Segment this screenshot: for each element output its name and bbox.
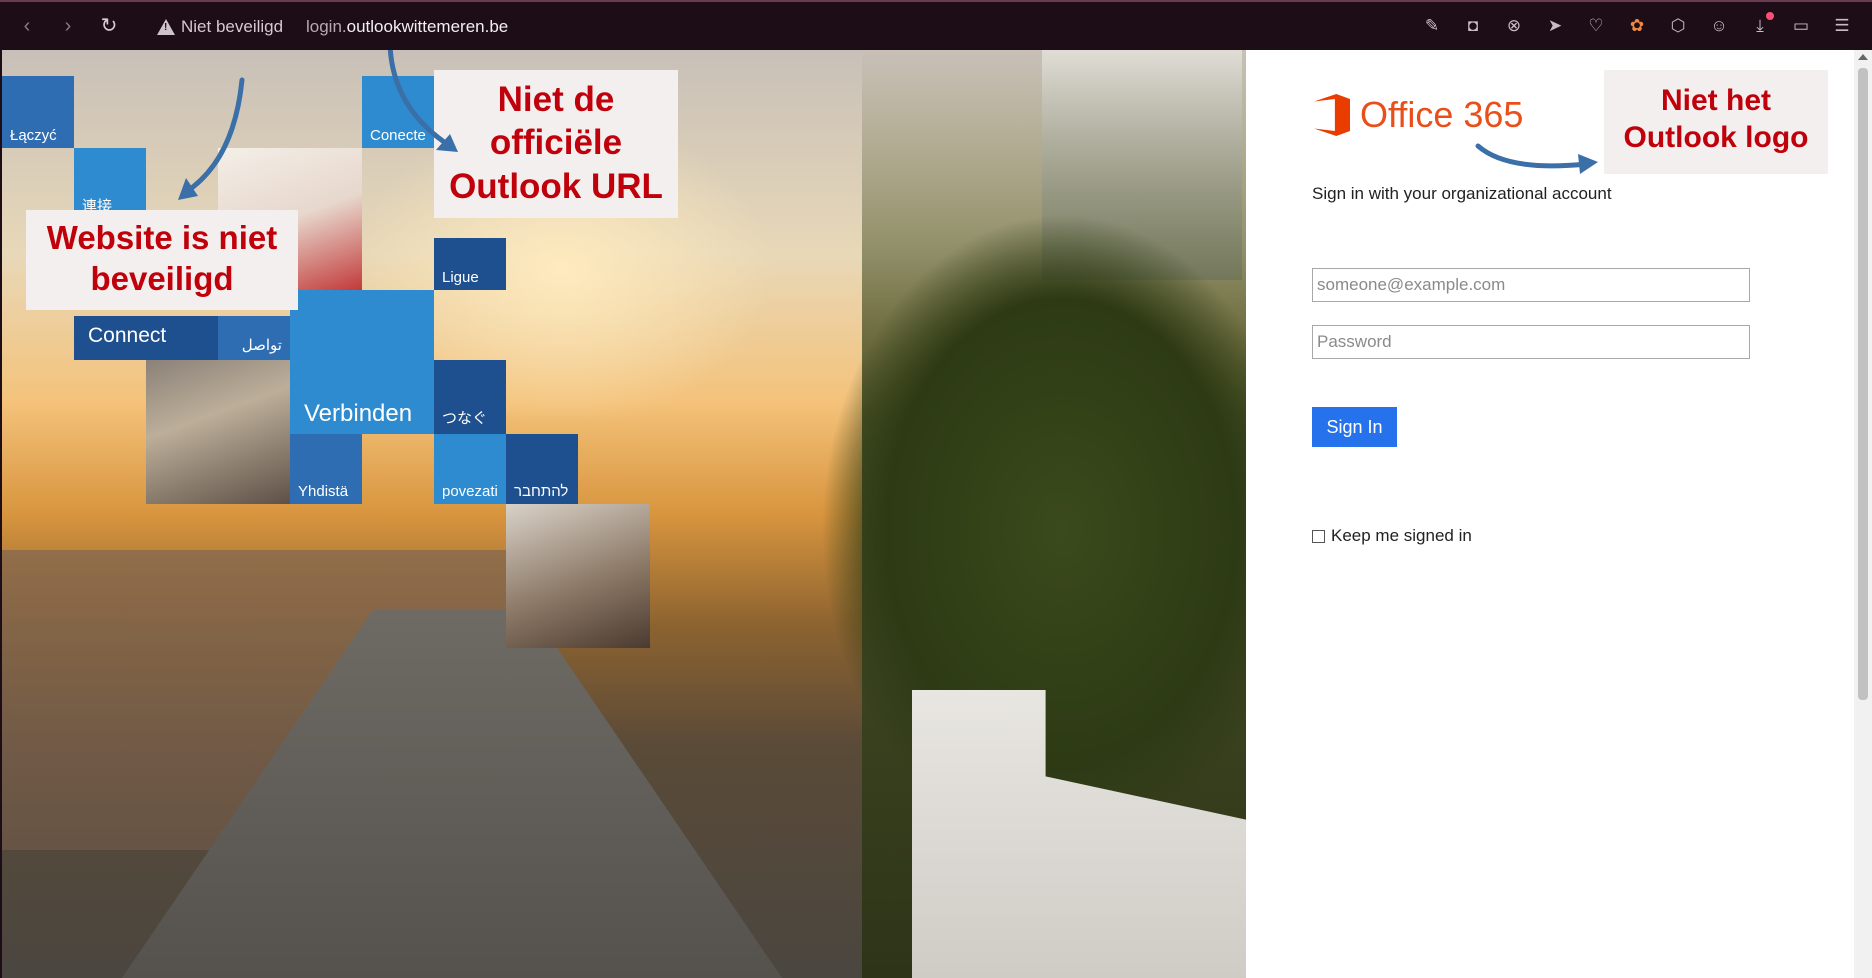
security-label: Niet beveiligd — [181, 17, 284, 36]
menu-icon[interactable]: ☰ — [1830, 14, 1854, 38]
cube-icon[interactable]: ⬡ — [1666, 14, 1690, 38]
security-indicator[interactable]: Niet beveiligd — [157, 16, 283, 38]
hero-background: Łączyć Conecte 連接 Ligue Connect تواصل Ve… — [2, 50, 1246, 978]
keep-signed-in[interactable]: Keep me signed in — [1312, 526, 1472, 546]
email-field[interactable] — [1312, 268, 1750, 302]
arrow-to-logo — [1475, 143, 1589, 169]
keep-signed-in-label: Keep me signed in — [1331, 526, 1472, 545]
profile-icon[interactable]: ☺ — [1707, 14, 1731, 38]
keep-signed-in-checkbox[interactable] — [1312, 529, 1325, 543]
notification-dot — [1766, 12, 1774, 20]
reload-icon[interactable]: ↻ — [98, 15, 120, 37]
toolbar-icons: ✎ ◘ ⊗ ➤ ♡ ✿ ⬡ ☺ ⤓ ▭ ☰ — [1420, 12, 1854, 38]
arrow-head — [1578, 154, 1598, 174]
heart-icon[interactable]: ♡ — [1584, 14, 1608, 38]
signin-subtitle: Sign in with your organizational account — [1312, 184, 1612, 203]
login-panel: Office 365 Niet het Outlook logo Sign in… — [1246, 50, 1872, 978]
arrow-head — [178, 178, 198, 200]
annotation-arrows — [178, 50, 458, 200]
scroll-up-icon[interactable] — [1858, 54, 1868, 60]
annotation-arrow-logo — [1475, 143, 1598, 174]
close-circle-icon[interactable]: ⊗ — [1502, 14, 1526, 38]
warning-icon — [157, 19, 175, 35]
sign-in-button[interactable]: Sign In — [1312, 407, 1397, 447]
color-wheel-icon[interactable]: ✿ — [1625, 14, 1649, 38]
arrow-to-security — [183, 77, 245, 195]
arrow-to-url — [387, 50, 453, 149]
forward-icon[interactable]: › — [57, 15, 79, 37]
vertical-scrollbar[interactable] — [1854, 50, 1872, 978]
camera-icon[interactable]: ◘ — [1461, 14, 1485, 38]
url-domain: outlookwittemeren.be — [346, 17, 509, 36]
send-icon[interactable]: ➤ — [1543, 14, 1567, 38]
download-icon[interactable]: ⤓ — [1748, 12, 1774, 38]
browser-toolbar: ‹ › ↻ Niet beveiligd login.outlookwittem… — [0, 0, 1872, 50]
scrollbar-thumb[interactable] — [1858, 68, 1868, 700]
password-field[interactable] — [1312, 325, 1750, 359]
edit-icon[interactable]: ✎ — [1420, 14, 1444, 38]
back-icon[interactable]: ‹ — [16, 15, 38, 37]
address-bar[interactable]: login.outlookwittemeren.be — [306, 17, 508, 37]
url-prefix: login. — [306, 17, 347, 36]
battery-icon[interactable]: ▭ — [1789, 14, 1813, 38]
